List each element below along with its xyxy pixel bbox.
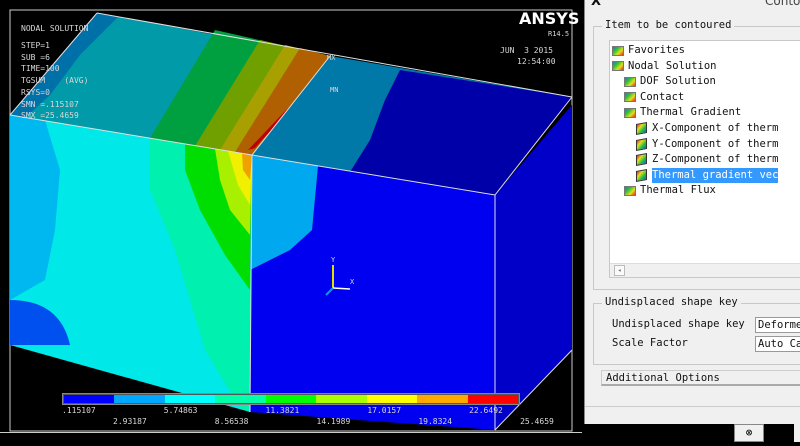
tree-item-label: X-Component of therm — [652, 122, 779, 134]
tree-item[interactable]: X-Component of therm — [636, 121, 778, 136]
tree-item-label: Thermal Gradient — [640, 106, 742, 119]
legend-swatch — [417, 395, 468, 403]
time-label: 12:54:00 — [517, 57, 556, 66]
legend-swatch — [467, 395, 518, 403]
legend-colorbar — [62, 393, 520, 405]
tree-item[interactable]: Z-Component of therm — [636, 152, 778, 167]
axis-y-label: Y — [331, 256, 336, 264]
folder-icon — [624, 185, 636, 196]
legend-swatch — [215, 395, 266, 403]
tree-item-label: Favorites — [628, 44, 685, 56]
cube-icon — [636, 153, 647, 167]
info-line: TIME=100 — [21, 64, 60, 74]
dialog-close-button[interactable]: X — [591, 0, 601, 9]
graphics-viewport[interactable]: NODAL SOLUTION STEP=1 SUB =6 TIME=100 TGSUM… — [0, 0, 582, 442]
shape-key-group-label: Undisplaced shape key — [602, 296, 741, 308]
legend-swatch — [265, 395, 317, 403]
legend-label: .115107 — [62, 406, 96, 415]
scale-factor-label: Scale Factor — [612, 337, 688, 349]
version-label: R14.5 — [548, 30, 570, 38]
item-group-label: Item to be contoured — [602, 19, 735, 31]
info-line: TGSUM (AVG) — [21, 76, 89, 86]
info-line: SMX =25.4659 — [21, 111, 79, 121]
tree-item[interactable]: Contact — [624, 90, 684, 105]
folder-icon — [624, 92, 636, 103]
min-marker: MN — [330, 86, 339, 94]
taskbar-separator — [794, 424, 800, 442]
additional-options-toggle[interactable]: Additional Options — [601, 370, 800, 386]
info-line: SMN =.115107 — [21, 99, 79, 109]
tree-item[interactable]: Favorites — [612, 43, 685, 58]
legend-label: 5.74863 — [163, 406, 198, 415]
folder-icon — [624, 76, 636, 87]
tree-item[interactable]: DOF Solution — [624, 74, 716, 89]
legend-label: 11.3821 — [265, 406, 300, 415]
cube-icon — [636, 168, 647, 182]
legend-swatch — [366, 395, 418, 403]
info-line: RSYS=0 — [21, 87, 50, 97]
legend-swatch — [114, 395, 165, 403]
tree-item-label: Nodal Solution — [628, 59, 717, 72]
tree-item-label: Thermal gradient vec — [652, 167, 779, 183]
legend-swatch — [164, 395, 216, 403]
tree-item-label: Contact — [640, 90, 685, 103]
legend-label: 14.1989 — [316, 417, 351, 426]
scale-factor-select[interactable]: Auto Ca — [755, 336, 800, 352]
legend-label: 25.4659 — [520, 417, 554, 426]
shape-key-select[interactable]: Deforme — [755, 317, 800, 333]
taskbar-button[interactable]: ⊗ — [734, 424, 764, 442]
legend-label: 22.6492 — [469, 406, 503, 415]
open-folder-icon — [612, 61, 624, 72]
axis-x-label: X — [350, 278, 355, 286]
contour-dialog: X Conto Item to be contoured Favorites No… — [584, 0, 800, 424]
dialog-title: Conto — [765, 0, 800, 8]
shape-key-group: Undisplaced shape key — [593, 296, 800, 365]
dialog-bottom-border — [585, 406, 800, 407]
tree-item[interactable]: Thermal gradient vec — [636, 167, 779, 183]
legend-label: 8.56538 — [214, 417, 249, 426]
date-label: JUN 3 2015 — [500, 46, 553, 55]
legend-swatch — [64, 395, 115, 403]
tree-item-label: Z-Component of therm — [652, 153, 779, 166]
tree-item-label: Y-Component of therm — [652, 137, 779, 150]
tree-item-label: DOF Solution — [640, 75, 716, 88]
cube-icon — [636, 137, 647, 151]
tree-item[interactable]: Thermal Gradient — [624, 105, 741, 120]
legend-label: 17.0157 — [367, 406, 402, 415]
info-line: SUB =6 — [21, 52, 50, 62]
ansys-logo: ANSYS — [519, 9, 580, 28]
max-marker: MX — [327, 54, 336, 62]
open-folder-icon — [624, 107, 636, 118]
plot-title: NODAL SOLUTION — [21, 24, 89, 33]
tree-item-label: Thermal Flux — [640, 184, 716, 197]
folder-icon — [612, 45, 624, 56]
taskbar-strip: ⊗ — [584, 424, 800, 442]
legend-swatch — [316, 395, 367, 403]
shape-key-label: Undisplaced shape key — [612, 318, 745, 330]
item-tree[interactable]: Favorites Nodal Solution DOF Solution Conta… — [609, 40, 800, 278]
legend-label: 19.8324 — [418, 417, 453, 426]
cube-icon — [636, 122, 647, 135]
tree-hscrollbar[interactable]: ◂ — [610, 263, 800, 277]
tree-item[interactable]: Y-Component of therm — [636, 137, 778, 152]
tree-item[interactable]: Thermal Flux — [624, 183, 716, 198]
tree-item[interactable]: Nodal Solution — [612, 59, 717, 74]
info-line: STEP=1 — [21, 41, 50, 50]
contour-plot — [0, 9, 582, 433]
legend-label: 2.93187 — [113, 417, 147, 426]
scroll-left-button[interactable]: ◂ — [614, 265, 625, 276]
